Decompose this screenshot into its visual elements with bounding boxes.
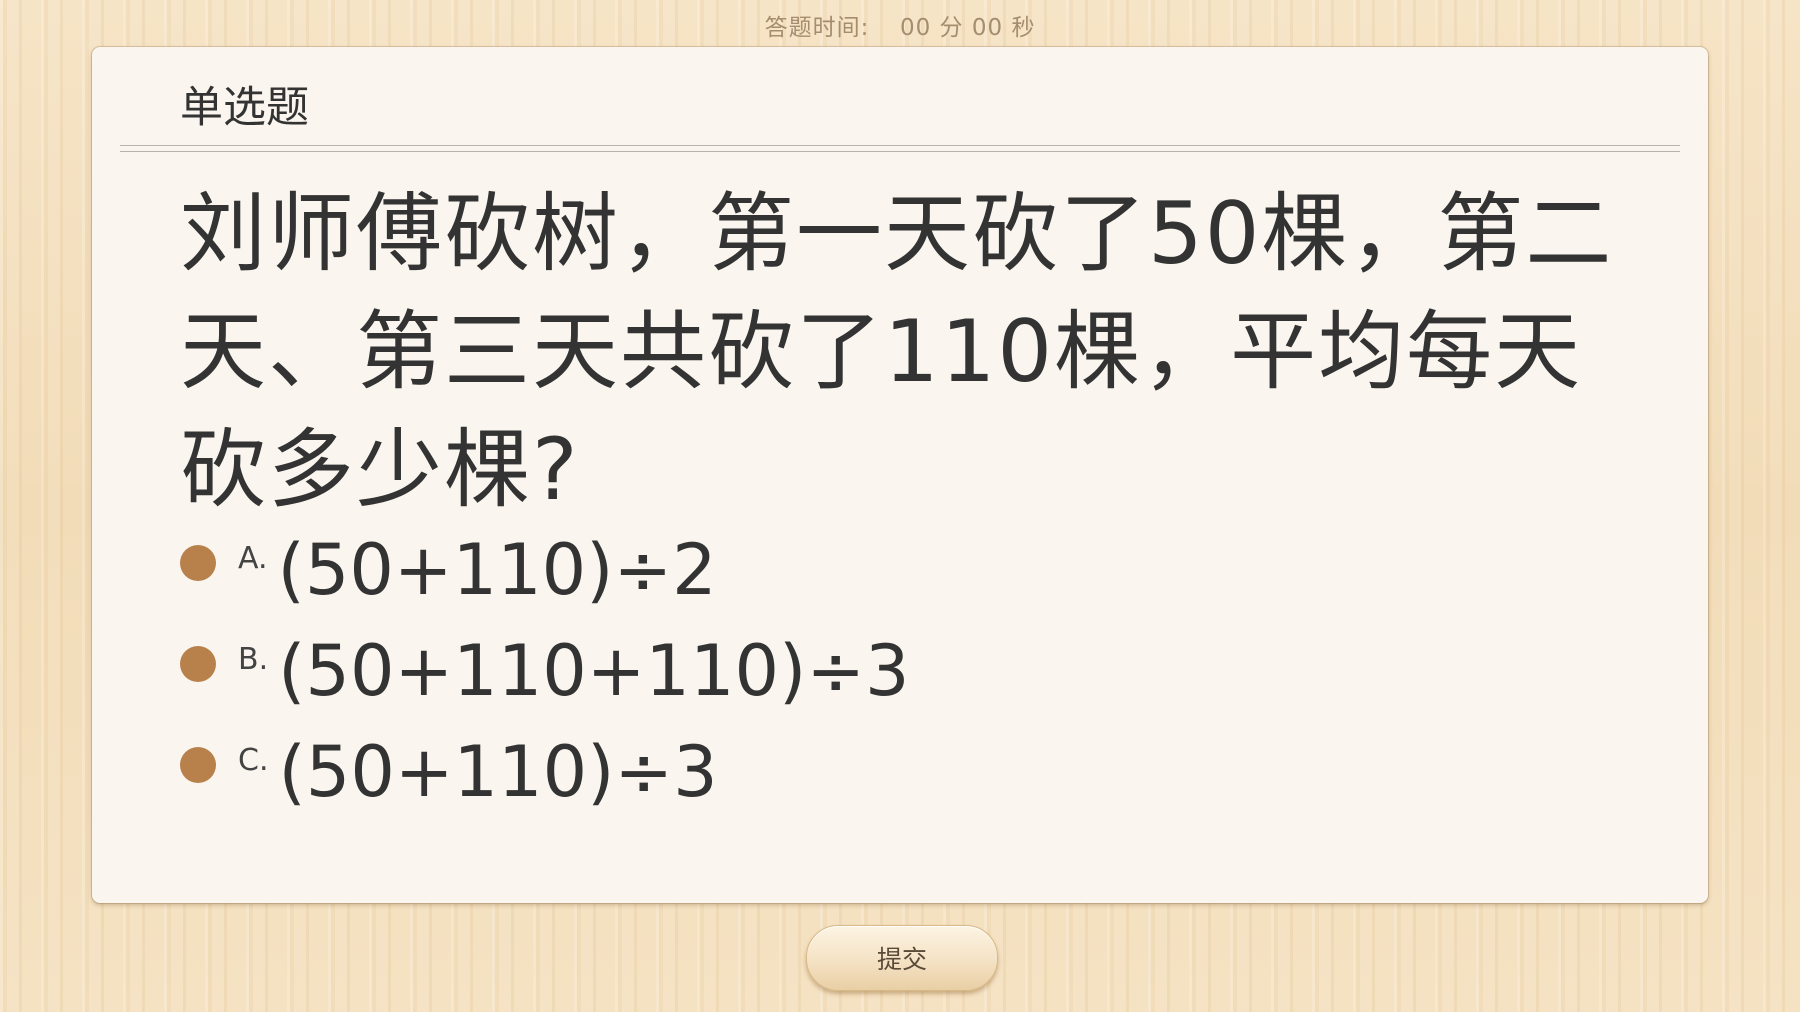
submit-button[interactable]: 提交 bbox=[806, 925, 998, 991]
radio-b-icon[interactable] bbox=[180, 646, 216, 682]
option-c[interactable]: C. (50+110)÷3 bbox=[180, 727, 1580, 828]
options-list: A. (50+110)÷2 B. (50+110+110)÷3 C. (50+1… bbox=[180, 525, 1580, 828]
question-card: 单选题 刘师傅砍树，第一天砍了50棵，第二天、第三天共砍了110棵，平均每天砍多… bbox=[92, 47, 1708, 903]
answer-timer: 答题时间: 00 分 00 秒 bbox=[0, 8, 1800, 42]
option-b-letter: B. bbox=[238, 642, 269, 677]
timer-label: 答题时间: bbox=[764, 15, 870, 41]
timer-minutes-unit: 分 bbox=[939, 15, 964, 41]
timer-seconds-unit: 秒 bbox=[1011, 15, 1036, 41]
option-b[interactable]: B. (50+110+110)÷3 bbox=[180, 626, 1580, 727]
timer-minutes: 00 bbox=[899, 15, 932, 41]
header-divider bbox=[120, 145, 1680, 152]
question-text: 刘师傅砍树，第一天砍了50棵，第二天、第三天共砍了110棵，平均每天砍多少棵? bbox=[180, 184, 1614, 520]
option-a-text[interactable]: (50+110)÷2 bbox=[278, 525, 717, 615]
option-a-letter: A. bbox=[238, 541, 268, 576]
option-b-text[interactable]: (50+110+110)÷3 bbox=[278, 626, 909, 716]
timer-seconds: 00 bbox=[971, 15, 1004, 41]
option-a[interactable]: A. (50+110)÷2 bbox=[180, 525, 1580, 626]
radio-c-icon[interactable] bbox=[180, 747, 216, 783]
option-c-letter: C. bbox=[238, 743, 269, 778]
question-type: 单选题 bbox=[180, 83, 309, 133]
option-c-text[interactable]: (50+110)÷3 bbox=[278, 727, 717, 817]
radio-a-icon[interactable] bbox=[180, 545, 216, 581]
